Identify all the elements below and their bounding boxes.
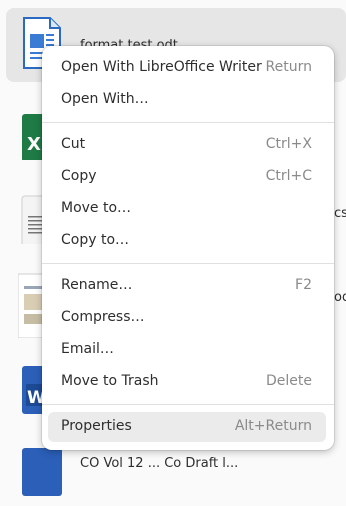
- word-document-icon: [18, 442, 66, 496]
- menu-item-label: Properties: [61, 418, 132, 434]
- menu-item-label: Rename…: [61, 277, 133, 293]
- menu-item-move-to[interactable]: Move to…: [48, 194, 326, 224]
- menu-item-compress[interactable]: Compress…: [48, 303, 326, 333]
- menu-item-accel: F2: [295, 277, 312, 293]
- menu-item-copy-to[interactable]: Copy to…: [48, 226, 326, 256]
- menu-item-copy[interactable]: Copy Ctrl+C: [48, 162, 326, 192]
- svg-text:X: X: [27, 134, 41, 155]
- menu-separator: [42, 122, 334, 123]
- menu-item-accel: Return: [265, 59, 312, 75]
- menu-item-rename[interactable]: Rename… F2: [48, 271, 326, 301]
- menu-item-label: Move to Trash: [61, 373, 159, 389]
- menu-item-label: Email…: [61, 341, 114, 357]
- menu-item-accel: Alt+Return: [234, 418, 312, 434]
- menu-item-accel: Ctrl+C: [265, 168, 312, 184]
- menu-item-email[interactable]: Email…: [48, 335, 326, 365]
- menu-item-open-with[interactable]: Open With…: [48, 85, 326, 115]
- file-name: csv: [334, 206, 346, 221]
- menu-item-label: Open With LibreOffice Writer: [61, 59, 262, 75]
- file-name: od: [334, 290, 346, 305]
- menu-separator: [42, 263, 334, 264]
- menu-item-properties[interactable]: Properties Alt+Return: [48, 412, 326, 442]
- menu-item-label: Copy to…: [61, 232, 130, 248]
- menu-separator: [42, 404, 334, 405]
- menu-item-accel: Ctrl+X: [265, 136, 312, 152]
- menu-item-accel: Delete: [266, 373, 312, 389]
- menu-item-open-with-writer[interactable]: Open With LibreOffice Writer Return: [48, 53, 326, 83]
- menu-item-label: Cut: [61, 136, 86, 152]
- menu-item-label: Copy: [61, 168, 97, 184]
- menu-item-move-to-trash[interactable]: Move to Trash Delete: [48, 367, 326, 397]
- menu-item-cut[interactable]: Cut Ctrl+X: [48, 130, 326, 160]
- menu-item-label: Compress…: [61, 309, 145, 325]
- menu-item-label: Move to…: [61, 200, 132, 216]
- context-menu: Open With LibreOffice Writer Return Open…: [42, 46, 334, 450]
- file-name: CO Vol 12 ... Co Draft l...: [80, 456, 239, 471]
- menu-item-label: Open With…: [61, 91, 149, 107]
